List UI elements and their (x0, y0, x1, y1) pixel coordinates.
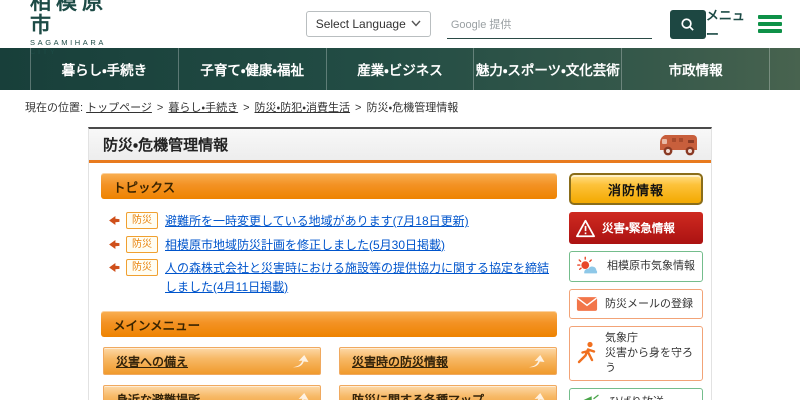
sun-cloud-icon (576, 256, 600, 277)
language-select[interactable]: Select Language (305, 11, 431, 37)
topics-heading: トピックス (101, 173, 557, 199)
nav-item-culture[interactable]: 魅力・スポーツ・文化芸術 (473, 48, 621, 90)
topic-badge: 防災 (126, 235, 158, 253)
sidebar-button-mail-registration[interactable]: 防災メールの登録 (569, 289, 703, 319)
topic-item: 防災 人の森株式会社と災害時における施設等の提供協力に関する協定を締結しました(… (109, 259, 555, 296)
page-title-bar: 防災・危機管理情報 (89, 129, 711, 163)
nav-item-living[interactable]: 暮らし・手続き (30, 48, 178, 90)
arrow-icon (109, 239, 120, 249)
search-icon (680, 17, 695, 32)
topic-item: 防災 避難所を一時変更している地域があります(7月18日更新) (109, 212, 555, 231)
arrow-icon (109, 263, 120, 273)
site-search (446, 9, 706, 39)
arrow-icon (291, 392, 310, 400)
menu-card-shelters[interactable]: 身近な避難場所 (103, 385, 321, 400)
search-button[interactable] (669, 9, 706, 39)
nav-item-childcare[interactable]: 子育て・健康・福祉 (177, 48, 326, 90)
page-title: 防災・危機管理情報 (103, 137, 229, 154)
breadcrumb-current: 防災・危機管理情報 (366, 102, 459, 114)
sidebar: 消防情報 災害・緊急情報 相模原市気象情報 防災メールの登録 気象庁 災害から身… (569, 173, 703, 400)
site-header: 相模原市 SAGAMIHARA CITY Select Language メニュ… (0, 0, 800, 56)
breadcrumb-link-safety[interactable]: 防災・防犯・消費生活 (255, 102, 350, 114)
hamburger-icon (758, 15, 782, 33)
menu-card-disaster-info[interactable]: 災害時の防災情報 (339, 347, 557, 376)
topics-list: 防災 避難所を一時変更している地域があります(7月18日更新) 防災 相模原市地… (101, 199, 557, 311)
menu-card-preparedness[interactable]: 災害への備え (103, 347, 321, 376)
menu-button[interactable]: メニュー (706, 5, 782, 43)
logo-title: 相模原市 (30, 0, 108, 37)
language-select-label: Select Language (315, 17, 406, 31)
arrow-icon (527, 392, 546, 400)
sidebar-button-weather-info[interactable]: 相模原市気象情報 (569, 251, 703, 282)
menu-button-label: メニュー (705, 8, 745, 42)
menu-card-maps[interactable]: 防災に関する各種マップ (339, 385, 557, 400)
arrow-icon (109, 216, 120, 225)
breadcrumb: 現在の位置: トップページ > 暮らし・手続き > 防災・防犯・消費生活 > 防災・危機管理… (0, 90, 800, 123)
content-area: 防災・危機管理情報 トピックス 防災 避難所を一時変更している地域があります(7… (88, 127, 712, 400)
nav-item-government[interactable]: 市政情報 (621, 48, 770, 90)
topic-link[interactable]: 人の森株式会社と災害時における施設等の提供協力に関する協定を締結しました(4月1… (165, 259, 555, 296)
fire-truck-icon (655, 132, 701, 158)
breadcrumb-separator: > (156, 102, 164, 114)
sidebar-button-fire-info[interactable]: 消防情報 (569, 173, 703, 205)
global-nav: 暮らし・手続き 子育て・健康・福祉 産業・ビジネス 魅力・スポーツ・文化芸術 市… (0, 48, 800, 90)
main-column: トピックス 防災 避難所を一時変更している地域があります(7月18日更新) 防災… (101, 173, 557, 400)
sidebar-button-jma-protect[interactable]: 気象庁 災害から身を守ろう (569, 326, 703, 381)
sidebar-button-hibari-broadcast[interactable]: ひばり放送 (569, 387, 703, 400)
topic-item: 防災 相模原市地域防災計画を修正しました(5月30日掲載) (109, 235, 555, 255)
arrow-icon (527, 354, 546, 369)
breadcrumb-link-home[interactable]: トップページ (86, 102, 152, 114)
arrow-icon (291, 354, 310, 369)
chevron-down-icon (411, 19, 421, 30)
topic-link[interactable]: 相模原市地域防災計画を修正しました(5月30日掲載) (165, 236, 445, 255)
topic-badge: 防災 (126, 212, 158, 229)
megaphone-icon (576, 394, 602, 400)
envelope-icon (576, 296, 598, 312)
breadcrumb-separator: > (243, 102, 250, 114)
breadcrumb-separator: > (355, 102, 362, 114)
main-menu-grid: 災害への備え 災害時の防災情報 身近な避難場所 防災に関する各種マップ (101, 337, 557, 400)
running-person-icon (576, 341, 598, 365)
topic-badge: 防災 (126, 259, 158, 277)
main-menu-heading: メインメニュー (101, 311, 557, 338)
search-input[interactable] (446, 12, 652, 39)
sidebar-button-emergency-info[interactable]: 災害・緊急情報 (569, 212, 703, 244)
breadcrumb-prefix: 現在の位置: (25, 102, 84, 114)
content-body: トピックス 防災 避難所を一時変更している地域があります(7月18日更新) 防災… (89, 163, 711, 400)
breadcrumb-link-living[interactable]: 暮らし・手続き (168, 102, 238, 114)
nav-item-business[interactable]: 産業・ビジネス (325, 48, 474, 90)
warning-triangle-icon (575, 219, 596, 238)
topic-link[interactable]: 避難所を一時変更している地域があります(7月18日更新) (165, 212, 469, 231)
